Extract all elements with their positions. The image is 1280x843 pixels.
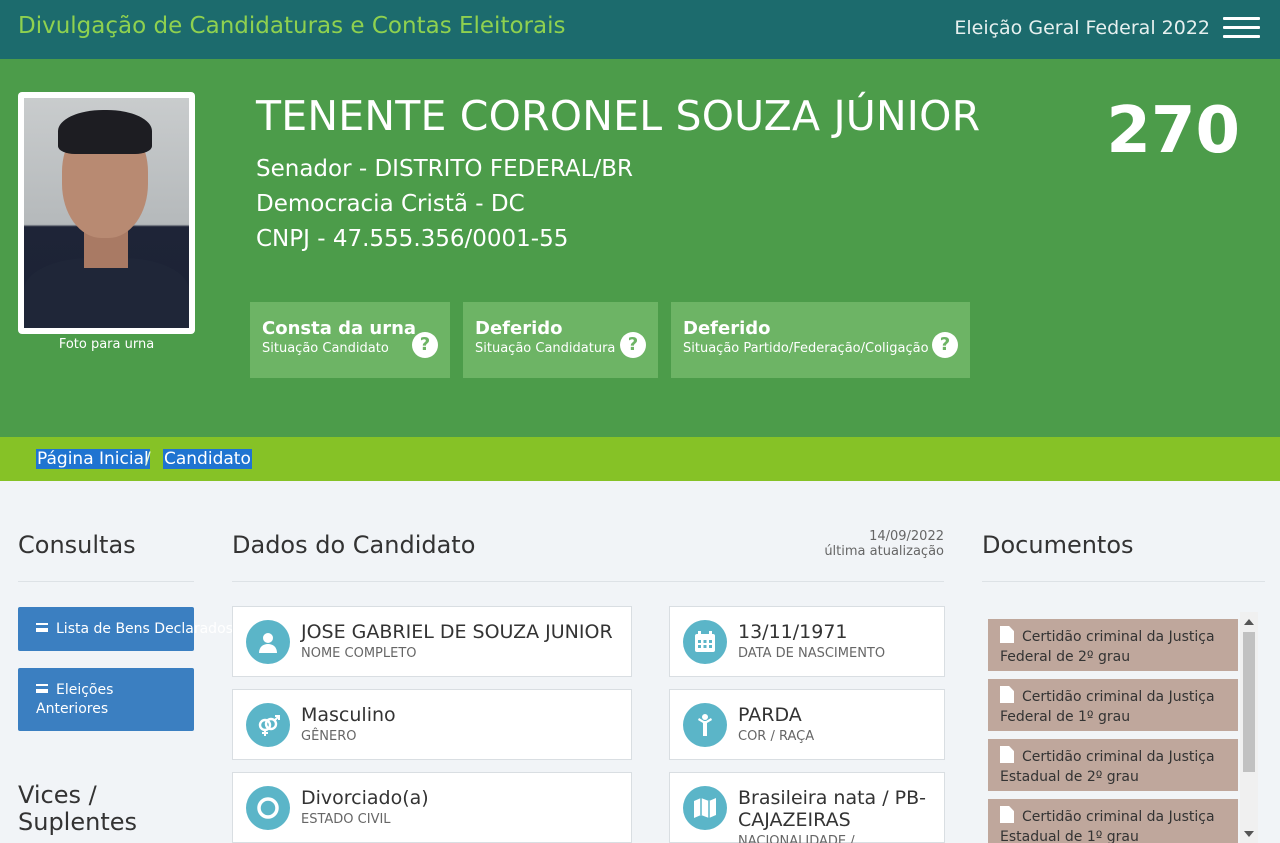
main-title: Dados do Candidato	[232, 531, 476, 559]
candidate-cnpj: CNPJ - 47.555.356/0001-55	[256, 226, 569, 252]
card-value: PARDA	[738, 704, 802, 726]
button-label: Lista de Bens Declarados	[56, 621, 233, 637]
breadcrumb-home-link[interactable]: Página Inicial	[36, 449, 150, 469]
card-value: JOSE GABRIEL DE SOUZA JUNIOR	[301, 621, 613, 643]
documents-list[interactable]: Certidão criminal da Justiça Federal de …	[986, 612, 1258, 843]
documents-scrollbar[interactable]	[1240, 612, 1258, 843]
documents-title: Documentos	[982, 531, 1134, 559]
candidate-photo	[18, 92, 195, 334]
card-label: NACIONALIDADE /	[738, 834, 855, 843]
help-icon[interactable]: ?	[620, 332, 646, 358]
candidate-number: 270	[1106, 94, 1240, 168]
calendar-icon	[683, 620, 727, 664]
document-label: Certidão criminal da Justiça Estadual de…	[1000, 749, 1215, 785]
scroll-down-icon[interactable]	[1244, 831, 1254, 837]
card-value: 13/11/1971	[738, 621, 848, 643]
update-label: última atualização	[824, 544, 944, 559]
breadcrumb: Página Inicial / Candidato	[0, 437, 1280, 481]
card-nationality: Brasileira nata / PB-CAJAZEIRAS NACIONAL…	[669, 772, 945, 843]
divider	[982, 581, 1265, 582]
file-icon	[1000, 686, 1014, 703]
card-label: DATA DE NASCIMENTO	[738, 646, 886, 661]
card-gender: Masculino GÊNERO	[232, 689, 632, 760]
assets-list-button[interactable]: Lista de Bens Declarados	[18, 607, 233, 651]
election-title: Eleição Geral Federal 2022	[954, 17, 1210, 39]
card-civil-status: Divorciado(a) ESTADO CIVIL	[232, 772, 632, 843]
card-value: Brasileira nata / PB-CAJAZEIRAS	[738, 787, 927, 831]
document-item[interactable]: Certidão criminal da Justiça Estadual de…	[988, 799, 1238, 843]
previous-elections-button[interactable]: Eleições Anteriores	[18, 668, 194, 731]
list-icon	[36, 623, 48, 632]
scrollbar-thumb[interactable]	[1243, 632, 1255, 772]
card-label: ESTADO CIVIL	[301, 812, 391, 827]
user-icon	[246, 620, 290, 664]
status-party: Deferido Situação Partido/Federação/Coli…	[671, 302, 970, 378]
list-icon	[36, 684, 48, 693]
top-bar: Divulgação de Candidaturas e Contas Elei…	[0, 0, 1280, 59]
map-icon	[683, 786, 727, 830]
file-icon	[1000, 626, 1014, 643]
status-candidacy: Deferido Situação Candidatura ?	[463, 302, 658, 378]
document-item[interactable]: Certidão criminal da Justiça Federal de …	[988, 619, 1238, 671]
help-icon[interactable]: ?	[932, 332, 958, 358]
file-icon	[1000, 806, 1014, 823]
hamburger-menu-icon[interactable]	[1223, 17, 1260, 41]
scroll-up-icon[interactable]	[1244, 619, 1254, 625]
person-icon	[683, 703, 727, 747]
photo-caption: Foto para urna	[58, 337, 155, 352]
portrait-image	[24, 98, 189, 328]
breadcrumb-separator: /	[145, 449, 151, 469]
candidate-party: Democracia Cristã - DC	[256, 191, 525, 217]
document-item[interactable]: Certidão criminal da Justiça Federal de …	[988, 679, 1238, 731]
app-title[interactable]: Divulgação de Candidaturas e Contas Elei…	[18, 13, 565, 39]
card-value: Divorciado(a)	[301, 787, 429, 809]
card-value: Masculino	[301, 704, 396, 726]
divider	[232, 581, 944, 582]
status-title: Deferido	[475, 318, 563, 339]
candidate-office: Senador - DISTRITO FEDERAL/BR	[256, 156, 633, 182]
help-icon[interactable]: ?	[412, 332, 438, 358]
status-title: Deferido	[683, 318, 771, 339]
card-race: PARDA COR / RAÇA	[669, 689, 945, 760]
document-item[interactable]: Certidão criminal da Justiça Estadual de…	[988, 739, 1238, 791]
status-subtitle: Situação Partido/Federação/Coligação	[683, 341, 929, 356]
document-label: Certidão criminal da Justiça Estadual de…	[1000, 809, 1215, 843]
card-label: COR / RAÇA	[738, 729, 815, 744]
last-update: 14/09/2022 última atualização	[824, 529, 944, 559]
breadcrumb-current-link[interactable]: Candidato	[163, 449, 252, 469]
consultas-title: Consultas	[18, 531, 136, 559]
card-birth-date: 13/11/1971 DATA DE NASCIMENTO	[669, 606, 945, 677]
gender-icon	[246, 703, 290, 747]
file-icon	[1000, 746, 1014, 763]
card-label: NOME COMPLETO	[301, 646, 417, 661]
card-full-name: JOSE GABRIEL DE SOUZA JUNIOR NOME COMPLE…	[232, 606, 632, 677]
status-title: Consta da urna	[262, 318, 417, 339]
status-candidate: Consta da urna Situação Candidato ?	[250, 302, 450, 378]
update-date: 14/09/2022	[869, 529, 944, 544]
candidate-header: Foto para urna TENENTE CORONEL SOUZA JÚN…	[0, 59, 1280, 437]
document-label: Certidão criminal da Justiça Federal de …	[1000, 629, 1215, 665]
ring-icon	[246, 786, 290, 830]
card-label: GÊNERO	[301, 729, 357, 744]
divider	[18, 581, 194, 582]
candidate-name: TENENTE CORONEL SOUZA JÚNIOR	[256, 92, 981, 140]
document-label: Certidão criminal da Justiça Federal de …	[1000, 689, 1215, 725]
vices-title: Vices / Suplentes	[18, 781, 138, 836]
